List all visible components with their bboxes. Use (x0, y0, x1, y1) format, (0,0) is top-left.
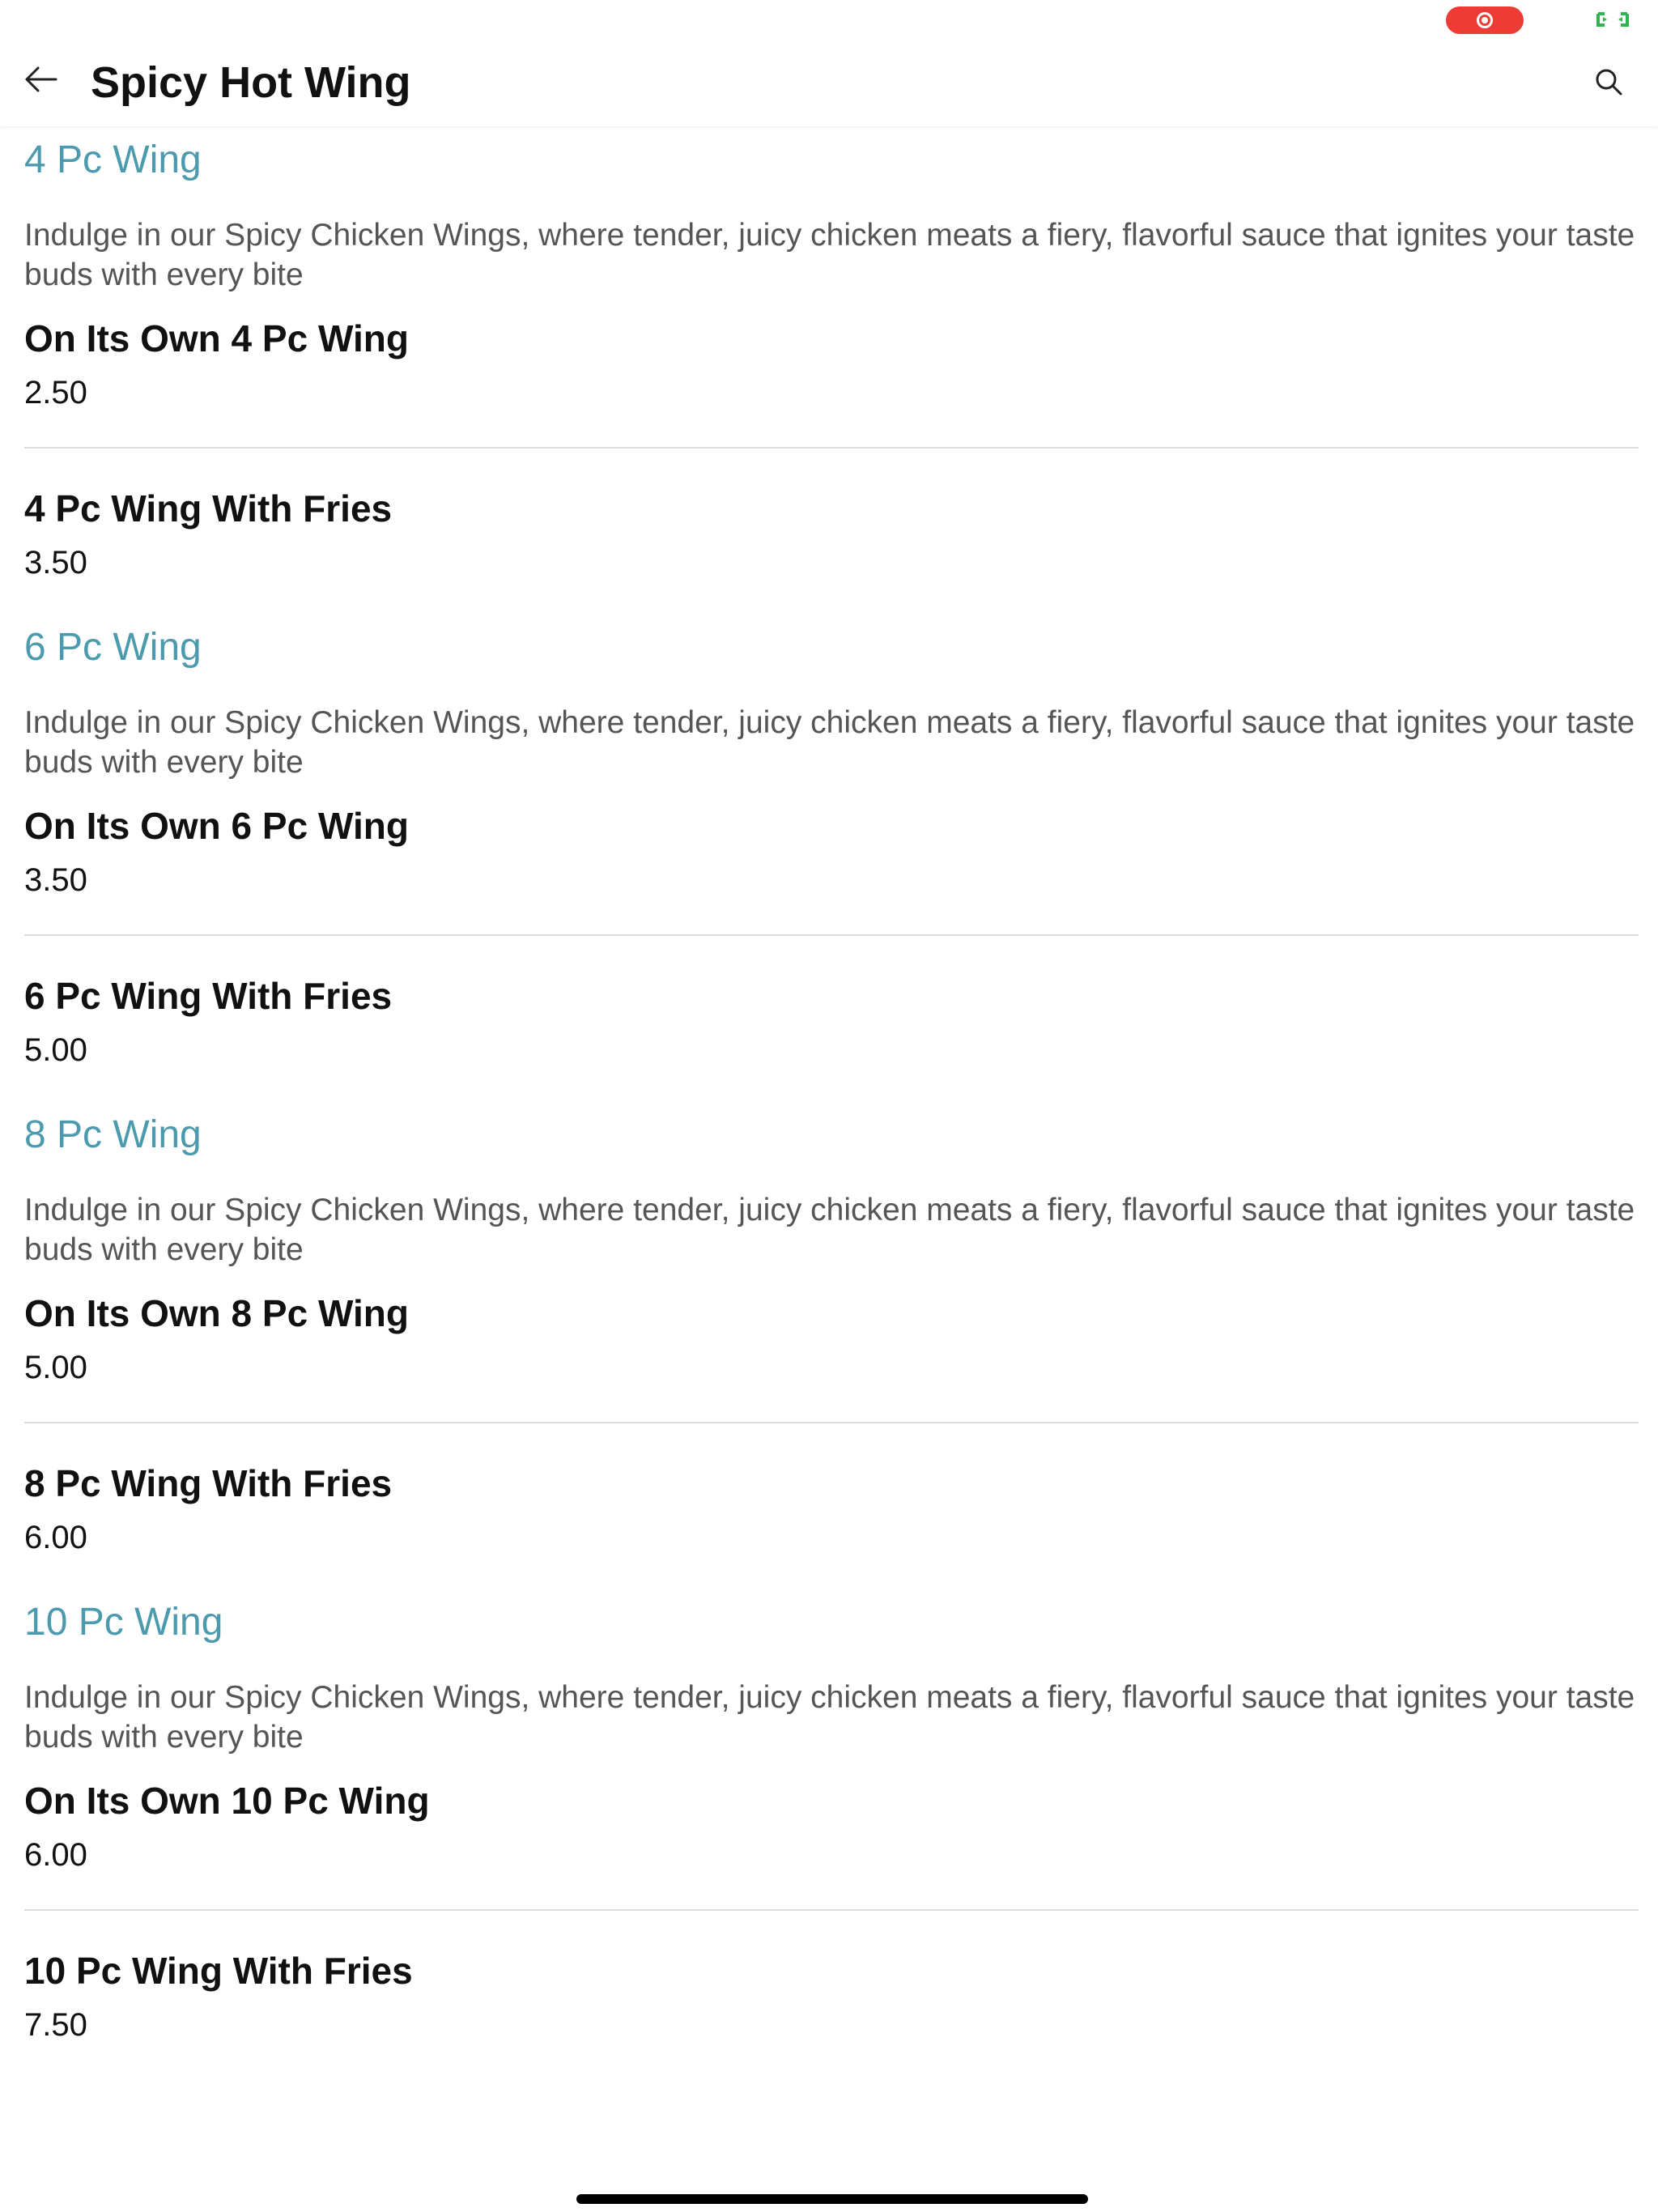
item-name: 6 Pc Wing With Fries (24, 975, 393, 1017)
item-price: 3.50 (24, 545, 87, 581)
menu-item[interactable]: 8 Pc Wing With Fries 6.00 (24, 1444, 1639, 1592)
nav-bar: Spicy Hot Wing (0, 39, 1658, 126)
menu-item[interactable]: On Its Own 4 Pc Wing 2.50 (24, 300, 1639, 470)
menu-item[interactable]: 4 Pc Wing With Fries 3.50 (24, 470, 1639, 617)
screen-record-icon[interactable] (1446, 6, 1524, 34)
record-dot (1482, 17, 1488, 23)
back-button[interactable] (19, 58, 62, 100)
item-name: 4 Pc Wing With Fries (24, 487, 393, 530)
menu-section: 4 Pc Wing Indulge in our Spicy Chicken W… (24, 138, 1639, 617)
section-title: 8 Pc Wing (24, 1113, 202, 1156)
arrow-left-icon (25, 66, 57, 92)
page-title: Spicy Hot Wing (91, 58, 411, 107)
item-price: 6.00 (24, 1837, 87, 1873)
item-name: 10 Pc Wing With Fries (24, 1950, 413, 1992)
menu-item[interactable]: 6 Pc Wing With Fries 5.00 (24, 957, 1639, 1104)
item-price: 5.00 (24, 1350, 87, 1385)
search-button[interactable] (1588, 62, 1629, 102)
menu-section: 6 Pc Wing Indulge in our Spicy Chicken W… (24, 625, 1639, 1104)
section-description: Indulge in our Spicy Chicken Wings, wher… (24, 1680, 1635, 1755)
menu-item[interactable]: 10 Pc Wing With Fries 7.50 (24, 1932, 1639, 2079)
menu-item[interactable]: On Its Own 8 Pc Wing 5.00 (24, 1274, 1639, 1444)
item-name: 8 Pc Wing With Fries (24, 1462, 393, 1504)
section-title: 4 Pc Wing (24, 138, 202, 181)
record-ring (1477, 12, 1493, 28)
menu-item[interactable]: On Its Own 10 Pc Wing 6.00 (24, 1762, 1639, 1932)
item-name: On Its Own 8 Pc Wing (24, 1292, 409, 1334)
section-description: Indulge in our Spicy Chicken Wings, wher… (24, 218, 1635, 292)
item-price: 3.50 (24, 862, 87, 898)
screen-mirror-icon (1596, 12, 1629, 27)
search-icon (1596, 69, 1622, 96)
item-name: On Its Own 4 Pc Wing (24, 317, 409, 359)
section-description: Indulge in our Spicy Chicken Wings, wher… (24, 705, 1635, 780)
item-price: 2.50 (24, 375, 87, 410)
menu-list: 4 Pc Wing Indulge in our Spicy Chicken W… (24, 130, 1639, 2079)
item-price: 7.50 (24, 2007, 87, 2043)
item-price: 6.00 (24, 1520, 87, 1555)
status-bar (0, 0, 1658, 39)
item-price: 5.00 (24, 1032, 87, 1068)
menu-section: 10 Pc Wing Indulge in our Spicy Chicken … (24, 1600, 1639, 2079)
section-title: 10 Pc Wing (24, 1601, 223, 1644)
item-name: On Its Own 10 Pc Wing (24, 1780, 430, 1822)
item-name: On Its Own 6 Pc Wing (24, 805, 409, 847)
section-title: 6 Pc Wing (24, 626, 202, 669)
menu-section: 8 Pc Wing Indulge in our Spicy Chicken W… (24, 1112, 1639, 1592)
menu-item[interactable]: On Its Own 6 Pc Wing 3.50 (24, 787, 1639, 957)
section-description: Indulge in our Spicy Chicken Wings, wher… (24, 1193, 1635, 1267)
home-indicator[interactable] (576, 2194, 1088, 2204)
